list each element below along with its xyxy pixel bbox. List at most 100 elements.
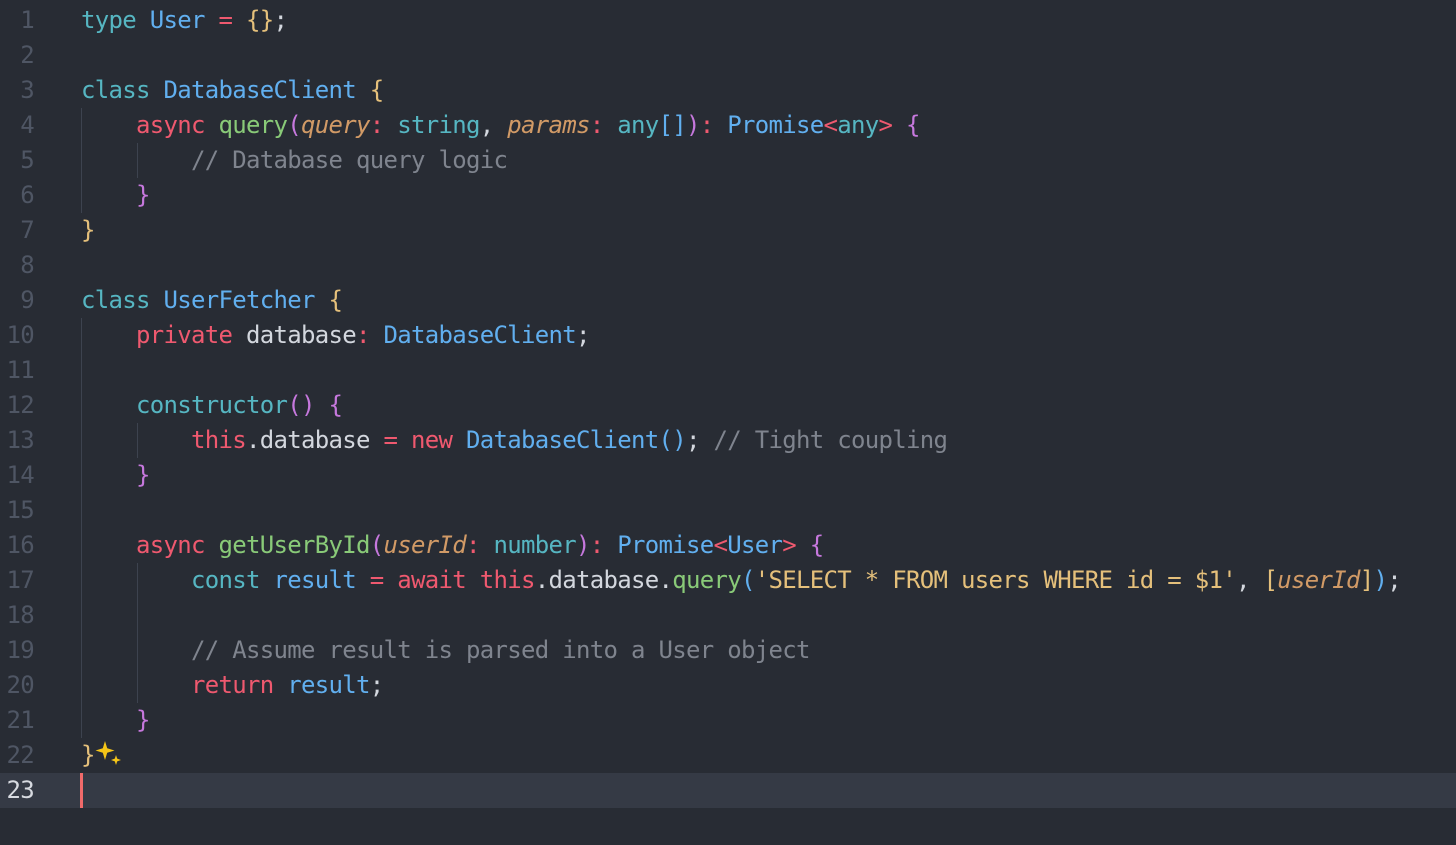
- code-token: async: [136, 531, 205, 559]
- code-line[interactable]: 14 }: [0, 458, 1456, 493]
- code-token: constructor: [136, 391, 288, 419]
- code-text: constructor() {: [81, 388, 343, 423]
- code-line[interactable]: 23: [0, 773, 1456, 808]
- code-token: {}: [246, 6, 274, 34]
- line-number: 14: [6, 461, 35, 489]
- code-token: query: [218, 111, 288, 139]
- code-line[interactable]: 15: [0, 493, 1456, 528]
- code-line[interactable]: 7}: [0, 213, 1456, 248]
- line-number: 20: [6, 671, 35, 699]
- code-token: User: [727, 531, 783, 559]
- code-token: :: [589, 111, 604, 139]
- code-token: UserFetcher: [163, 286, 316, 314]
- code-line[interactable]: 19 // Assume result is parsed into a Use…: [0, 633, 1456, 668]
- line-number: 9: [20, 286, 34, 314]
- code-token: any: [837, 111, 879, 139]
- code-token: {: [328, 391, 343, 419]
- code-token: any: [617, 111, 659, 139]
- code-token: // Database query logic: [191, 146, 508, 174]
- code-line[interactable]: 10 private database: DatabaseClient;: [0, 318, 1456, 353]
- line-number: 13: [6, 426, 35, 454]
- code-line[interactable]: 3 class DatabaseClient {: [0, 73, 1456, 108]
- code-line[interactable]: 20 return result;: [0, 668, 1456, 703]
- code-line[interactable]: 16 async getUserById(userId: number): Pr…: [0, 528, 1456, 563]
- code-text: class DatabaseClient {: [81, 73, 384, 108]
- code-text: }: [81, 178, 150, 213]
- code-text: async query(query: string, params: any[]…: [81, 108, 920, 143]
- code-line[interactable]: 13 this.database = new DatabaseClient();…: [0, 423, 1456, 458]
- code-token: {: [328, 286, 343, 314]
- code-line[interactable]: 8: [0, 248, 1456, 283]
- code-token: params: [507, 111, 590, 139]
- code-token: userId: [1277, 566, 1360, 594]
- code-token: async: [136, 111, 205, 139]
- code-token: =: [383, 426, 398, 454]
- code-text: this.database = new DatabaseClient(); //…: [81, 423, 948, 458]
- code-token: // Assume result is parsed into a User o…: [191, 636, 810, 664]
- code-token: await: [397, 566, 466, 594]
- line-number: 15: [6, 496, 35, 524]
- line-number: 18: [6, 601, 35, 629]
- code-token: }: [81, 741, 95, 769]
- code-line[interactable]: 11: [0, 353, 1456, 388]
- code-token: >: [878, 111, 893, 139]
- code-line[interactable]: 6 }: [0, 178, 1456, 213]
- code-editor[interactable]: 23 22} 21 } 20 return result; 19 // Assume r…: [0, 0, 1456, 845]
- code-line[interactable]: 4 async query(query: string, params: any…: [0, 108, 1456, 143]
- code-token: ;: [1387, 566, 1401, 594]
- sparkle-icon[interactable]: [94, 739, 124, 769]
- code-token: ): [1373, 566, 1388, 594]
- line-number: 22: [6, 741, 35, 769]
- code-line[interactable]: 2: [0, 38, 1456, 73]
- code-token: <: [713, 531, 728, 559]
- code-line[interactable]: 18: [0, 598, 1456, 633]
- code-text: }: [81, 458, 150, 493]
- code-token: [: [1263, 566, 1278, 594]
- code-token: ): [686, 111, 700, 139]
- code-line[interactable]: 22}: [0, 738, 1456, 773]
- code-token: :: [466, 531, 480, 559]
- code-line[interactable]: 9 class UserFetcher {: [0, 283, 1456, 318]
- code-token: }: [136, 181, 150, 209]
- code-token: this: [479, 566, 536, 594]
- code-line[interactable]: 1 type User = {};: [0, 3, 1456, 38]
- code-token: []: [658, 111, 687, 139]
- line-number: 11: [6, 356, 35, 384]
- line-number: 2: [20, 41, 34, 69]
- code-token: const: [191, 566, 260, 594]
- code-text: return result;: [81, 668, 384, 703]
- code-token: (: [287, 111, 301, 139]
- code-line[interactable]: 12 constructor() {: [0, 388, 1456, 423]
- code-token: (: [741, 566, 755, 594]
- code-line[interactable]: 21 }: [0, 703, 1456, 738]
- code-token: ;: [369, 671, 384, 699]
- code-token: class: [81, 286, 150, 314]
- code-line[interactable]: 17 const result = await this.database.qu…: [0, 563, 1456, 598]
- code-token: type: [81, 6, 137, 34]
- line-number: 17: [6, 566, 35, 594]
- code-text: class UserFetcher {: [81, 283, 343, 318]
- code-token: query: [301, 111, 370, 139]
- code-text: // Database query logic: [81, 143, 508, 178]
- code-line[interactable]: 5 // Database query logic: [0, 143, 1456, 178]
- line-number: 19: [6, 636, 35, 664]
